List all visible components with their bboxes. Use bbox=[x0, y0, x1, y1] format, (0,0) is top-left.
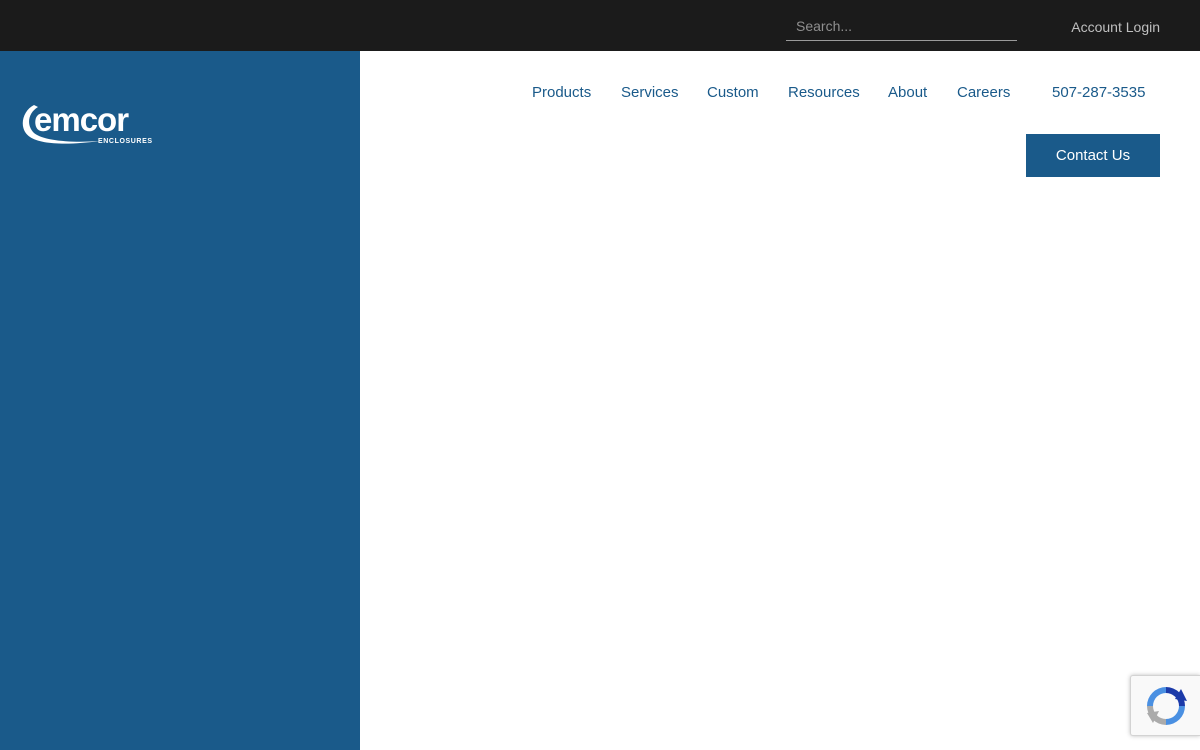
search-box bbox=[786, 12, 1017, 41]
contact-us-button[interactable]: Contact Us bbox=[1026, 134, 1160, 177]
logo-subtext: ENCLOSURES bbox=[98, 138, 153, 145]
nav-item-custom[interactable]: Custom bbox=[707, 84, 759, 101]
recaptcha-icon bbox=[1147, 687, 1187, 725]
nav-item-resources[interactable]: Resources bbox=[788, 84, 860, 101]
logo-wordmark: emcor bbox=[34, 101, 129, 138]
top-utility-bar: Account Login bbox=[0, 0, 1200, 51]
nav-item-about[interactable]: About bbox=[888, 84, 927, 101]
main-nav: Products Services Custom Resources About… bbox=[532, 84, 1160, 104]
brand-side-panel: emcor ENCLOSURES bbox=[0, 51, 360, 750]
emcor-logo[interactable]: emcor ENCLOSURES bbox=[20, 99, 172, 149]
account-login-link[interactable]: Account Login bbox=[1071, 19, 1160, 35]
search-input[interactable] bbox=[786, 12, 1017, 40]
recaptcha-badge[interactable] bbox=[1130, 675, 1200, 736]
phone-link[interactable]: 507-287-3535 bbox=[1052, 84, 1145, 101]
nav-item-services[interactable]: Services bbox=[621, 84, 679, 101]
nav-item-careers[interactable]: Careers bbox=[957, 84, 1010, 101]
nav-item-products[interactable]: Products bbox=[532, 84, 591, 101]
